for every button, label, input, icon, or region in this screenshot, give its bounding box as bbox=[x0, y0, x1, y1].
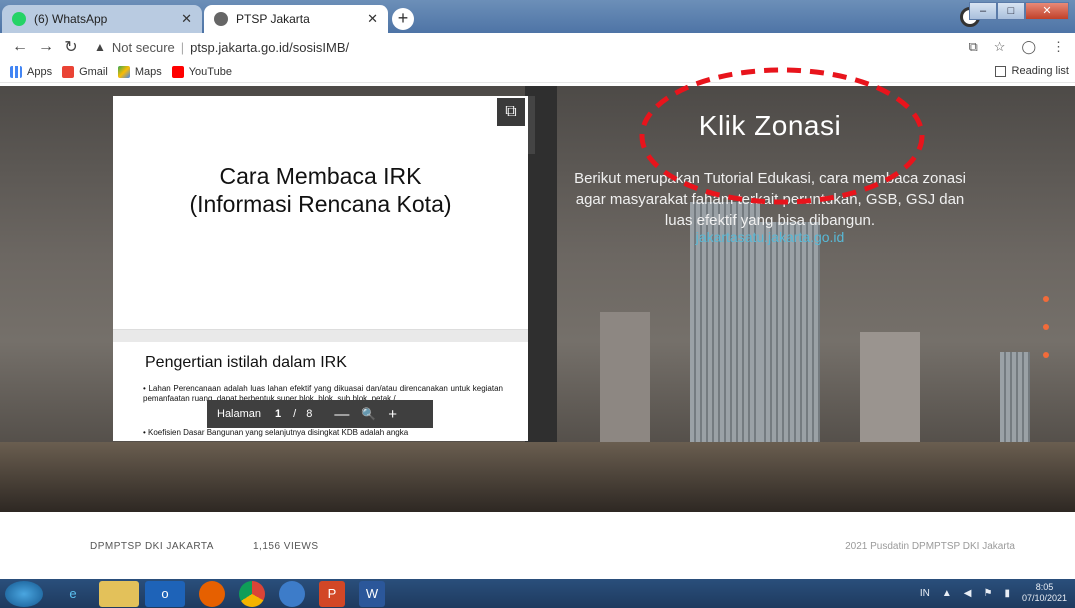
gmail-icon bbox=[62, 65, 75, 78]
security-label: Not secure bbox=[111, 39, 175, 55]
firefox-icon[interactable] bbox=[199, 580, 225, 607]
building-image bbox=[760, 222, 820, 452]
bookmark-label: Gmail bbox=[79, 65, 108, 78]
clock-time: 8:05 bbox=[1035, 582, 1054, 592]
reading-list[interactable]: Reading list bbox=[994, 65, 1069, 77]
reading-list-label: Reading list bbox=[1011, 65, 1069, 77]
slide-heading: Pengertian istilah dalam IRK bbox=[145, 354, 347, 371]
url-separator: | bbox=[180, 39, 185, 55]
start-button[interactable] bbox=[5, 580, 43, 607]
ground-image bbox=[0, 442, 1075, 512]
page-label: Halaman bbox=[217, 408, 262, 420]
slide-paragraph: • Koefisien Dasar Bangunan yang selanjut… bbox=[143, 428, 409, 437]
tab-label: PTSP Jakarta bbox=[236, 12, 310, 26]
building-image bbox=[600, 312, 650, 452]
system-tray: IN ▲ ◀ ⚑ ▮ 8:05 07/10/2021 bbox=[920, 582, 1067, 604]
minimize-button[interactable]: – bbox=[969, 2, 997, 20]
close-icon[interactable]: ✕ bbox=[181, 11, 192, 27]
slide-title: Cara Membaca IRK (Informasi Rencana Kota… bbox=[113, 162, 528, 218]
footer-views: 1,156 VIEWS bbox=[253, 541, 319, 552]
zoom-out-button[interactable]: — bbox=[334, 406, 349, 423]
chrome-alt-icon[interactable] bbox=[279, 580, 305, 607]
reading-list-icon bbox=[994, 65, 1006, 77]
chrome-icon[interactable] bbox=[239, 580, 265, 607]
word-icon[interactable]: W bbox=[359, 580, 385, 607]
bookmark-youtube[interactable]: YouTube bbox=[171, 65, 232, 78]
globe-icon bbox=[214, 12, 228, 26]
maximize-button[interactable]: □ bbox=[997, 2, 1025, 20]
signal-icon[interactable]: ▮ bbox=[1004, 588, 1010, 599]
warning-icon: ▲ bbox=[94, 40, 106, 54]
slider-dots bbox=[1043, 296, 1049, 358]
tab-strip: (6) WhatsApp ✕ PTSP Jakarta ✕ + – □ ✕ bbox=[0, 0, 1075, 33]
annotation-ellipse bbox=[639, 67, 925, 205]
url-field[interactable]: ▲ Not secure | ptsp.jakarta.go.id/sosisI… bbox=[94, 40, 349, 55]
document-pager: Halaman 1 / 8 — 🔍 + bbox=[207, 400, 433, 428]
clock-date: 07/10/2021 bbox=[1021, 593, 1067, 603]
star-icon[interactable]: ☆ bbox=[994, 39, 1006, 55]
building-image bbox=[860, 332, 920, 452]
tab-ptsp-jakarta[interactable]: PTSP Jakarta ✕ bbox=[204, 5, 388, 33]
language-indicator[interactable]: IN bbox=[920, 588, 930, 599]
address-bar: ← → ↻ ▲ Not secure | ptsp.jakarta.go.id/… bbox=[0, 33, 1075, 61]
bookmark-label: YouTube bbox=[188, 65, 232, 78]
extension-icon[interactable]: ◯ bbox=[1021, 39, 1036, 55]
slide-1: Cara Membaca IRK (Informasi Rencana Kota… bbox=[113, 96, 528, 330]
footer-copyright: 2021 Pusdatin DPMPTSP DKI Jakarta bbox=[845, 541, 1015, 552]
maps-icon bbox=[117, 65, 130, 78]
document-viewer[interactable]: Cara Membaca IRK (Informasi Rencana Kota… bbox=[113, 96, 528, 441]
apps-grid-icon bbox=[10, 65, 22, 78]
youtube-icon bbox=[171, 65, 184, 78]
slider-dot[interactable] bbox=[1043, 352, 1049, 358]
powerpoint-icon[interactable]: P bbox=[319, 580, 345, 607]
new-tab-button[interactable]: + bbox=[392, 8, 414, 30]
close-icon[interactable]: ✕ bbox=[367, 11, 378, 27]
slide-title-line2: (Informasi Rencana Kota) bbox=[189, 191, 452, 217]
explorer-icon[interactable] bbox=[99, 580, 139, 607]
tray-arrow-icon[interactable]: ▲ bbox=[942, 588, 952, 599]
window-controls: – □ ✕ bbox=[969, 2, 1069, 20]
bookmark-apps[interactable]: Apps bbox=[10, 65, 53, 78]
slider-dot[interactable] bbox=[1043, 324, 1049, 330]
page-separator: / bbox=[293, 408, 297, 420]
bookmark-gmail[interactable]: Gmail bbox=[62, 65, 108, 78]
page-number-input[interactable]: 1 bbox=[275, 408, 281, 420]
toolbar-icons: ⧉ ☆ ◯ ⋮ bbox=[968, 39, 1065, 55]
url-text: ptsp.jakarta.go.id/sosisIMB/ bbox=[190, 39, 350, 55]
open-external-icon[interactable]: ⧉ bbox=[497, 98, 525, 126]
bookmark-label: Maps bbox=[134, 65, 162, 78]
volume-icon[interactable]: ◀ bbox=[964, 588, 972, 599]
translate-icon[interactable]: ⧉ bbox=[968, 39, 977, 55]
taskbar: e o P W IN ▲ ◀ ⚑ ▮ 8:05 07/10/2021 bbox=[0, 579, 1075, 608]
footer-org: DPMPTSP DKI JAKARTA bbox=[90, 541, 214, 552]
zoom-icon[interactable]: 🔍 bbox=[361, 407, 376, 421]
clock[interactable]: 8:05 07/10/2021 bbox=[1022, 582, 1067, 604]
hero-link[interactable]: jakartasatu.jakarta.go.id bbox=[560, 229, 980, 245]
ie-icon[interactable]: e bbox=[53, 581, 93, 607]
building-image bbox=[1000, 352, 1030, 452]
zoom-in-button[interactable]: + bbox=[388, 406, 397, 423]
slider-dot[interactable] bbox=[1043, 296, 1049, 302]
bookmark-maps[interactable]: Maps bbox=[117, 65, 162, 78]
menu-icon[interactable]: ⋮ bbox=[1052, 39, 1065, 55]
outlook-icon[interactable]: o bbox=[145, 580, 185, 607]
document-scrollbar[interactable] bbox=[528, 96, 535, 154]
page-total: 8 bbox=[306, 408, 313, 420]
back-icon[interactable]: ← bbox=[12, 38, 28, 56]
forward-icon[interactable]: → bbox=[38, 38, 54, 56]
whatsapp-icon bbox=[12, 12, 26, 26]
flag-icon[interactable]: ⚑ bbox=[983, 588, 992, 599]
window-close-button[interactable]: ✕ bbox=[1025, 2, 1069, 20]
slide-title-line1: Cara Membaca IRK bbox=[219, 163, 422, 189]
tab-whatsapp[interactable]: (6) WhatsApp ✕ bbox=[2, 5, 202, 33]
bookmark-label: Apps bbox=[27, 65, 53, 78]
tab-label: (6) WhatsApp bbox=[34, 12, 108, 26]
page-footer: DPMPTSP DKI JAKARTA 1,156 VIEWS 2021 Pus… bbox=[0, 512, 1075, 579]
reload-icon[interactable]: ↻ bbox=[64, 37, 78, 57]
